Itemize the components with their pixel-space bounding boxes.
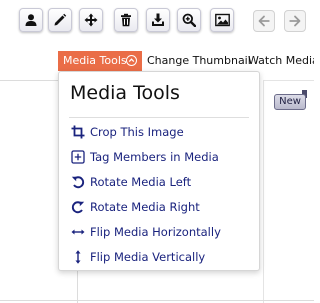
menu-item-label: Tag Members in Media <box>90 150 219 164</box>
image-icon <box>214 13 230 27</box>
menu-item-label: Rotate Media Left <box>90 175 192 189</box>
download-button[interactable] <box>146 8 170 32</box>
media-tools-tab-label: Media Tools <box>63 54 127 67</box>
divider <box>0 300 314 301</box>
image-button[interactable] <box>210 8 234 32</box>
menu-item-flip-horizontal[interactable]: Flip Media Horizontally <box>71 223 221 241</box>
menu-item-rotate-left[interactable]: Rotate Media Left <box>71 173 191 191</box>
watch-media-link[interactable]: Watch Media <box>248 51 314 71</box>
caret-up-icon <box>126 55 137 66</box>
move-icon <box>84 13 98 27</box>
menu-item-label: Flip Media Horizontally <box>90 225 221 239</box>
trash-icon <box>121 13 131 27</box>
rotate-right-icon <box>71 200 85 214</box>
plus-box-icon <box>71 150 85 164</box>
arrow-right-icon <box>289 15 301 27</box>
delete-button[interactable] <box>114 8 138 32</box>
user-icon <box>25 14 37 26</box>
new-badge: New <box>274 94 306 110</box>
next-button[interactable] <box>284 10 306 32</box>
crop-icon <box>71 125 85 139</box>
rotate-left-icon <box>71 175 85 189</box>
menu-item-rotate-right[interactable]: Rotate Media Right <box>71 198 200 216</box>
menu-item-label: Rotate Media Right <box>90 200 200 214</box>
menu-item-tag-members[interactable]: Tag Members in Media <box>71 148 219 166</box>
zoom-icon <box>182 13 196 27</box>
media-tools-dropdown: Media Tools Crop This Image Tag Members … <box>58 71 260 271</box>
menu-item-label: Crop This Image <box>90 125 184 139</box>
media-tools-tab[interactable]: Media Tools <box>58 51 142 71</box>
flip-horizontal-icon <box>71 225 85 239</box>
change-thumbnail-link[interactable]: Change Thumbnail <box>147 51 251 71</box>
menu-item-crop[interactable]: Crop This Image <box>71 123 184 141</box>
edit-button[interactable] <box>48 8 72 32</box>
dropdown-title: Media Tools <box>70 82 180 104</box>
menu-item-flip-vertical[interactable]: Flip Media Vertically <box>71 248 205 266</box>
previous-button[interactable] <box>253 10 275 32</box>
dropdown-divider <box>69 117 249 118</box>
zoom-button[interactable] <box>177 8 201 32</box>
arrow-left-icon <box>258 15 270 27</box>
media-page: Media Tools Change Thumbnail Watch Media… <box>0 0 314 303</box>
menu-item-label: Flip Media Vertically <box>90 250 206 264</box>
user-button[interactable] <box>19 8 43 32</box>
move-button[interactable] <box>79 8 103 32</box>
side-panel <box>263 80 314 303</box>
pencil-icon <box>54 13 67 26</box>
flip-vertical-icon <box>71 250 85 264</box>
download-icon <box>152 13 164 26</box>
